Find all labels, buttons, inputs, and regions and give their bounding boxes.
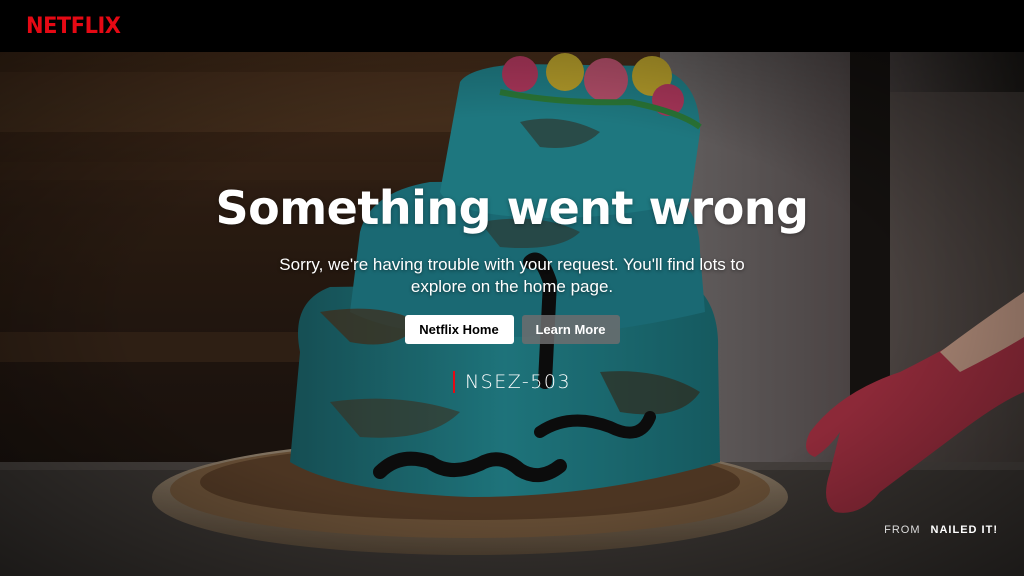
error-code-accent-bar — [452, 371, 455, 393]
error-message: Sorry, we're having trouble with your re… — [279, 255, 745, 296]
error-actions: Netflix Home Learn More — [0, 315, 1024, 344]
netflix-home-button[interactable]: Netflix Home — [404, 315, 514, 344]
error-title: Something went wrong — [215, 181, 809, 235]
top-navigation-bar: NETFLIX — [0, 0, 1024, 52]
error-code-text: NSEZ-503 — [464, 371, 572, 393]
error-code: NSEZ-503 — [452, 371, 572, 393]
netflix-logo[interactable]: NETFLIX — [26, 13, 121, 38]
error-content: Something went wrong Sorry, we're having… — [0, 180, 1024, 398]
credit-prefix: FROM — [884, 524, 921, 536]
credit-show-title: NAILED IT! — [930, 524, 998, 536]
learn-more-button[interactable]: Learn More — [521, 315, 620, 344]
title-credit: FROM NAILED IT! — [884, 524, 998, 536]
